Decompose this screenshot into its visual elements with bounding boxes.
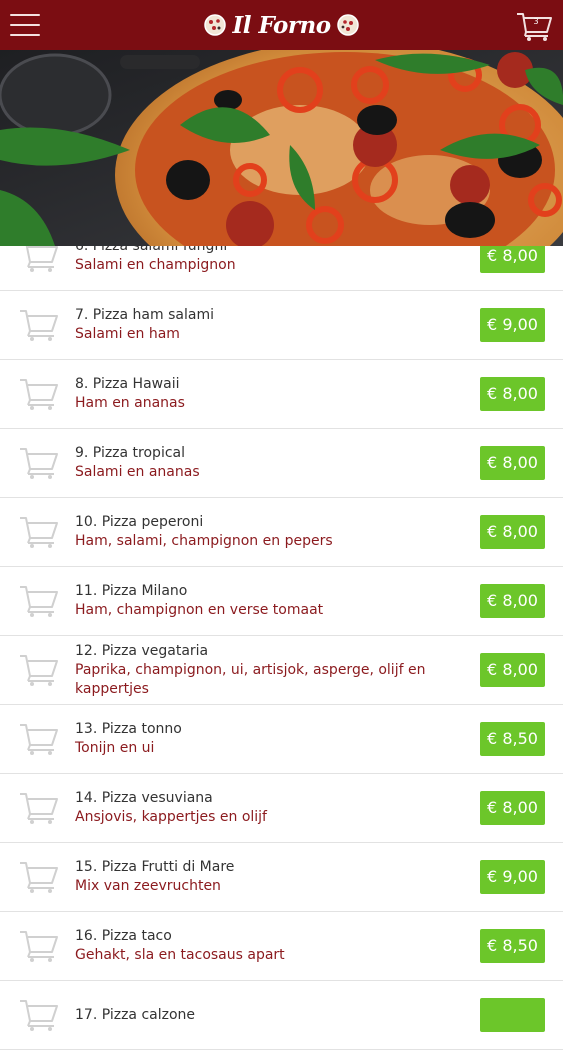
shopping-cart-icon bbox=[20, 724, 58, 755]
pizza-list-item: 11. Pizza Milano Ham, champignon en vers… bbox=[0, 567, 563, 636]
cart-count-badge: 3 bbox=[533, 17, 539, 26]
shopping-cart-icon bbox=[20, 586, 58, 617]
price-button[interactable]: € 8,50 bbox=[480, 929, 545, 963]
app-title: Il Forno bbox=[232, 11, 331, 39]
pizza-name: 17. Pizza calzone bbox=[75, 1006, 196, 1023]
pizza-description: Salami en champignon bbox=[75, 257, 236, 273]
pizza-info: 9. Pizza tropical Salami en ananas bbox=[75, 429, 455, 497]
pizza-list-item: 9. Pizza tropical Salami en ananas € 8,0… bbox=[0, 429, 563, 498]
add-to-cart-button[interactable] bbox=[18, 996, 60, 1032]
add-to-cart-button[interactable] bbox=[18, 858, 60, 894]
pizza-name: 11. Pizza Milano bbox=[75, 583, 188, 599]
pizza-description: Salami en ananas bbox=[75, 464, 200, 480]
pizza-name: 12. Pizza vegataria bbox=[75, 642, 209, 659]
shopping-cart-icon bbox=[20, 379, 58, 410]
pizza-list-item: 13. Pizza tonno Tonijn en ui € 8,50 bbox=[0, 705, 563, 774]
shopping-cart-icon bbox=[20, 1000, 58, 1031]
pizza-name: 16. Pizza taco bbox=[75, 928, 172, 944]
shopping-cart-icon bbox=[20, 310, 58, 341]
app-logo: Il Forno bbox=[0, 0, 563, 50]
pizza-list-item: 8. Pizza Hawaii Ham en ananas € 8,00 bbox=[0, 360, 563, 429]
pizza-menu-list: 6. Pizza salami funghi Salami en champig… bbox=[0, 222, 563, 1050]
pizza-info: 10. Pizza peperoni Ham, salami, champign… bbox=[75, 498, 455, 566]
shopping-cart-icon bbox=[20, 655, 58, 686]
pizza-description: Ham, salami, champignon en pepers bbox=[75, 533, 333, 549]
pizza-description: Mix van zeevruchten bbox=[75, 878, 221, 894]
add-to-cart-button[interactable] bbox=[18, 582, 60, 618]
pizza-list-item: 10. Pizza peperoni Ham, salami, champign… bbox=[0, 498, 563, 567]
add-to-cart-button[interactable] bbox=[18, 720, 60, 756]
pizza-logo-icon bbox=[204, 14, 227, 36]
add-to-cart-button[interactable] bbox=[18, 513, 60, 549]
add-to-cart-button[interactable] bbox=[18, 927, 60, 963]
pizza-logo-icon bbox=[336, 14, 359, 36]
pizza-info: 11. Pizza Milano Ham, champignon en vers… bbox=[75, 567, 455, 635]
pizza-name: 9. Pizza tropical bbox=[75, 445, 186, 461]
pizza-info: 13. Pizza tonno Tonijn en ui bbox=[75, 705, 455, 773]
shopping-cart-icon bbox=[20, 862, 58, 893]
pizza-name: 15. Pizza Frutti di Mare bbox=[75, 859, 235, 875]
price-button[interactable]: € 9,00 bbox=[480, 308, 545, 342]
add-to-cart-button[interactable] bbox=[18, 375, 60, 411]
pizza-info: 16. Pizza taco Gehakt, sla en tacosaus a… bbox=[75, 912, 455, 980]
pizza-list-item: 15. Pizza Frutti di Mare Mix van zeevruc… bbox=[0, 843, 563, 912]
add-to-cart-button[interactable] bbox=[18, 789, 60, 825]
pizza-description: Gehakt, sla en tacosaus apart bbox=[75, 947, 285, 963]
add-to-cart-button[interactable] bbox=[18, 444, 60, 480]
pizza-list-item: 12. Pizza vegataria Paprika, champignon,… bbox=[0, 636, 563, 705]
pizza-description: Tonijn en ui bbox=[75, 740, 155, 756]
price-button[interactable] bbox=[480, 998, 545, 1032]
pizza-name: 8. Pizza Hawaii bbox=[75, 376, 180, 392]
price-button[interactable]: € 8,00 bbox=[480, 584, 545, 618]
shopping-cart-icon bbox=[20, 517, 58, 548]
pizza-name: 7. Pizza ham salami bbox=[75, 307, 214, 323]
price-button[interactable]: € 8,00 bbox=[480, 446, 545, 480]
pizza-info: 7. Pizza ham salami Salami en ham bbox=[75, 291, 455, 359]
hero-pizza-image bbox=[0, 50, 563, 246]
price-button[interactable]: € 8,50 bbox=[480, 722, 545, 756]
price-button[interactable]: € 8,00 bbox=[480, 377, 545, 411]
app-header: Il Forno 3 bbox=[0, 0, 563, 50]
price-button[interactable]: € 8,00 bbox=[480, 515, 545, 549]
add-to-cart-button[interactable] bbox=[18, 306, 60, 342]
pizza-description: Paprika, champignon, ui, artisjok, asper… bbox=[75, 661, 426, 697]
pizza-info: 12. Pizza vegataria Paprika, champignon,… bbox=[75, 636, 455, 704]
pizza-info: 8. Pizza Hawaii Ham en ananas bbox=[75, 360, 455, 428]
pizza-info: 14. Pizza vesuviana Ansjovis, kappertjes… bbox=[75, 774, 455, 842]
pizza-info: 17. Pizza calzone bbox=[75, 981, 455, 1049]
pizza-name: 14. Pizza vesuviana bbox=[75, 790, 213, 806]
pizza-list-item: 17. Pizza calzone bbox=[0, 981, 563, 1050]
pizza-name: 10. Pizza peperoni bbox=[75, 514, 204, 530]
pizza-list-item: 14. Pizza vesuviana Ansjovis, kappertjes… bbox=[0, 774, 563, 843]
pizza-name: 13. Pizza tonno bbox=[75, 721, 182, 737]
price-button[interactable]: € 8,00 bbox=[480, 791, 545, 825]
pizza-list-item: 16. Pizza taco Gehakt, sla en tacosaus a… bbox=[0, 912, 563, 981]
pizza-info: 15. Pizza Frutti di Mare Mix van zeevruc… bbox=[75, 843, 455, 911]
price-button[interactable]: € 9,00 bbox=[480, 860, 545, 894]
pizza-description: Salami en ham bbox=[75, 326, 180, 342]
shopping-cart-icon bbox=[20, 448, 58, 479]
pizza-description: Ansjovis, kappertjes en olijf bbox=[75, 809, 267, 825]
add-to-cart-button[interactable] bbox=[18, 651, 60, 687]
price-button[interactable]: € 8,00 bbox=[480, 653, 545, 687]
pizza-list-item: 7. Pizza ham salami Salami en ham € 9,00 bbox=[0, 291, 563, 360]
shopping-cart-icon bbox=[20, 931, 58, 962]
shopping-cart-button[interactable]: 3 bbox=[515, 10, 555, 42]
pizza-description: Ham, champignon en verse tomaat bbox=[75, 602, 324, 618]
shopping-cart-icon bbox=[20, 793, 58, 824]
pizza-description: Ham en ananas bbox=[75, 395, 185, 411]
